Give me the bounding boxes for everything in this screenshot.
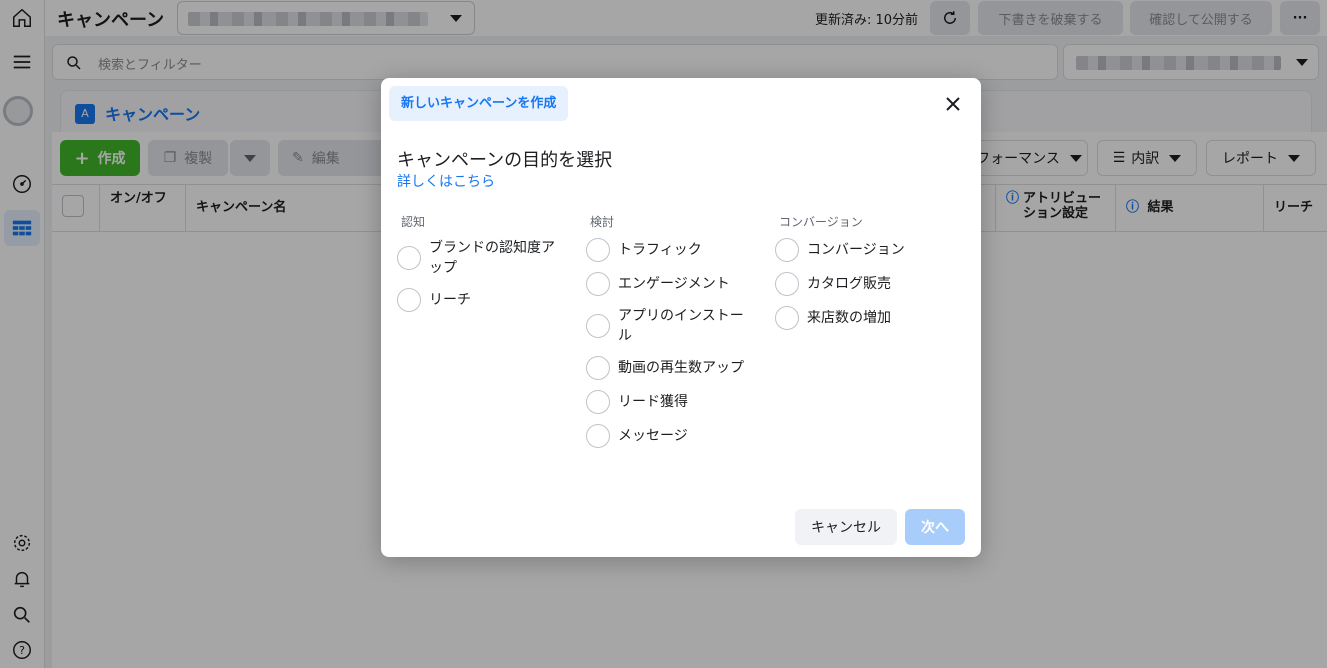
radio-button[interactable]: [586, 424, 610, 448]
create-campaign-dialog: 新しいキャンペーンを作成 キャンペーンの目的を選択 詳しくはこちら 認知 ブラン…: [381, 78, 981, 557]
option-label: コンバージョン: [807, 242, 905, 258]
radio-button[interactable]: [397, 288, 421, 312]
radio-button[interactable]: [397, 246, 421, 270]
option-label: ブランドの認知度アップ: [429, 240, 555, 276]
objective-option[interactable]: エンゲージメント: [586, 272, 771, 296]
radio-button[interactable]: [586, 272, 610, 296]
objective-option[interactable]: カタログ販売: [775, 272, 960, 296]
column-title: コンバージョン: [779, 215, 863, 229]
column-title: 検討: [590, 215, 615, 229]
objective-option[interactable]: リーチ: [397, 288, 582, 312]
radio-button[interactable]: [775, 306, 799, 330]
option-label: トラフィック: [618, 242, 702, 258]
next-button[interactable]: 次へ: [905, 509, 965, 545]
learn-more-link[interactable]: 詳しくはこちら: [397, 171, 495, 191]
option-label: カタログ販売: [807, 276, 891, 292]
option-label: メッセージ: [618, 428, 688, 444]
cancel-button[interactable]: キャンセル: [795, 509, 897, 545]
dialog-title-tag: 新しいキャンペーンを作成: [389, 86, 569, 121]
objective-option[interactable]: リード獲得: [586, 390, 771, 414]
radio-button[interactable]: [586, 238, 610, 262]
radio-button[interactable]: [775, 272, 799, 296]
radio-button[interactable]: [586, 356, 610, 380]
option-label: 来店数の増加: [807, 310, 891, 326]
objective-column-conversion: コンバージョン コンバージョン カタログ販売 来店数の増加: [775, 213, 960, 340]
objective-option[interactable]: コンバージョン: [775, 238, 960, 262]
objective-option[interactable]: メッセージ: [586, 424, 771, 448]
close-icon[interactable]: [943, 94, 963, 114]
option-label: エンゲージメント: [618, 276, 730, 292]
objective-column-consideration: 検討 トラフィック エンゲージメント アプリのインストール 動画の再生数アップ …: [586, 213, 771, 458]
column-title: 認知: [401, 215, 426, 229]
radio-button[interactable]: [586, 314, 610, 338]
dialog-heading: キャンペーンの目的を選択: [397, 150, 613, 171]
option-label: リーチ: [429, 292, 471, 308]
objective-option[interactable]: ブランドの認知度アップ: [397, 238, 582, 278]
objective-option[interactable]: 動画の再生数アップ: [586, 356, 771, 380]
option-label: アプリのインストール: [618, 308, 744, 344]
objective-option[interactable]: 来店数の増加: [775, 306, 960, 330]
objective-option[interactable]: アプリのインストール: [586, 306, 771, 346]
objective-option[interactable]: トラフィック: [586, 238, 771, 262]
option-label: リード獲得: [618, 394, 688, 410]
objective-column-awareness: 認知 ブランドの認知度アップ リーチ: [397, 213, 582, 322]
option-label: 動画の再生数アップ: [618, 360, 744, 376]
radio-button[interactable]: [586, 390, 610, 414]
radio-button[interactable]: [775, 238, 799, 262]
